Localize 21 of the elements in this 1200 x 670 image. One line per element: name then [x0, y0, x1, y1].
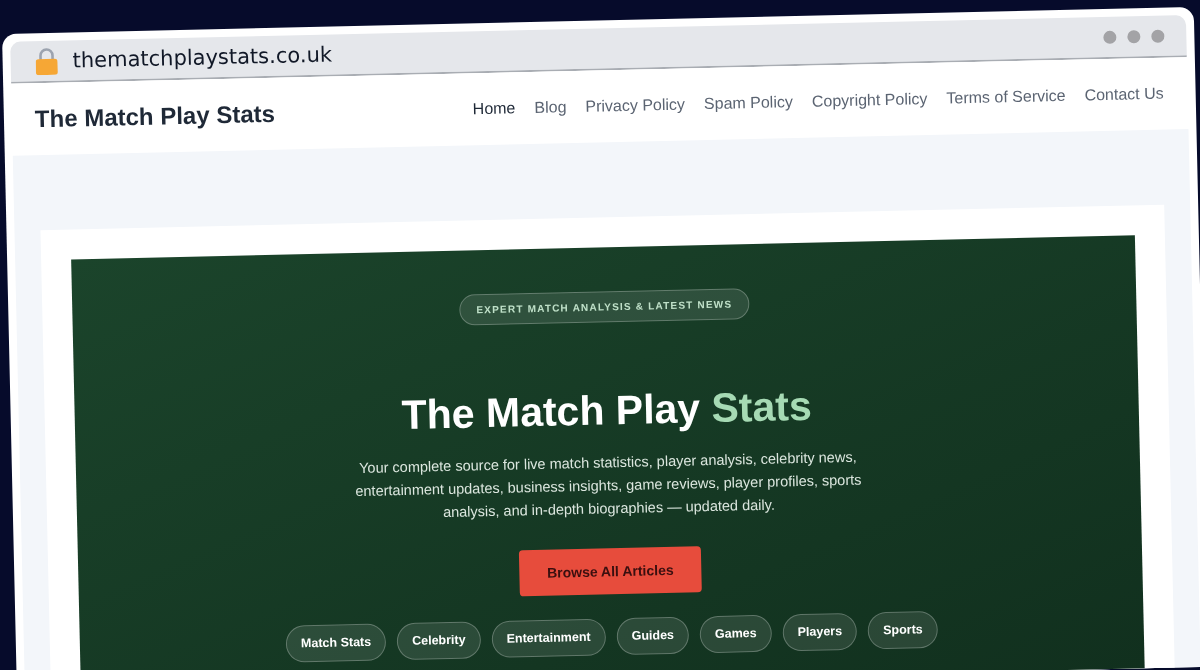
browse-articles-button[interactable]: Browse All Articles — [518, 546, 703, 597]
hero-title: The Match Play Stats — [401, 381, 813, 439]
nav-link[interactable]: Spam Policy — [703, 94, 794, 113]
category-chip[interactable]: Guides — [616, 616, 690, 656]
hero-badge: EXPERT MATCH ANALYSIS & LATEST NEWS — [459, 288, 750, 326]
nav-link[interactable]: Blog — [534, 99, 567, 116]
hero-description: Your complete source for live match statistics, player analysis, celebrity news, entertainment updates, business insights, game reviews, player profiles, sports analysis, and in-depth biographies — updated daily. — [354, 447, 863, 523]
category-chip[interactable]: Sports — [867, 610, 939, 650]
nav-link[interactable]: Privacy Policy — [585, 96, 686, 115]
nav-link[interactable]: Contact Us — [1084, 85, 1164, 104]
category-chip[interactable]: Entertainment — [491, 618, 606, 659]
url-text[interactable]: thematchplaystats.co.uk — [72, 44, 333, 71]
category-chip[interactable]: Celebrity — [396, 621, 481, 661]
category-chip[interactable]: Players — [782, 612, 858, 652]
nav-link[interactable]: Home — [472, 100, 516, 118]
nav-link[interactable]: Copyright Policy — [811, 91, 928, 110]
padlock-icon — [35, 46, 58, 76]
category-chip[interactable]: Match Stats — [285, 623, 387, 663]
category-chip[interactable]: Games — [699, 614, 773, 654]
nav-link[interactable]: Terms of Service — [946, 87, 1066, 107]
site-logo[interactable]: The Match Play Stats — [34, 101, 276, 132]
